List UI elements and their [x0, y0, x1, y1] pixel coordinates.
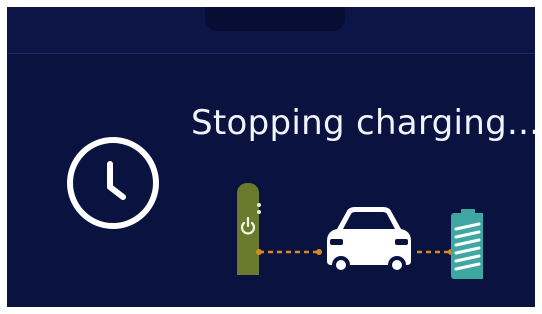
battery-icon — [451, 209, 483, 279]
top-notch — [205, 7, 345, 31]
charging-illustration — [237, 183, 483, 279]
charging-station-icon — [237, 183, 261, 275]
clock-icon — [67, 137, 159, 229]
status-message: Stopping charging... — [191, 103, 535, 143]
top-bar — [7, 7, 535, 54]
car-icon — [327, 207, 411, 274]
charging-status-screen: Stopping charging... — [7, 7, 535, 307]
